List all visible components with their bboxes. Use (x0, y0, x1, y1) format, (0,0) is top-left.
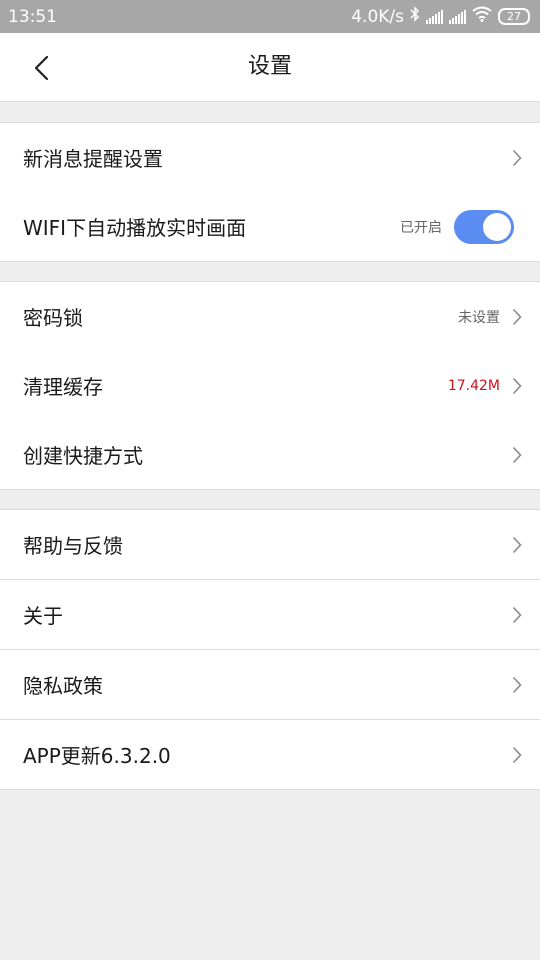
chevron-right-icon (512, 446, 522, 463)
settings-item-clear-cache[interactable]: 清理缓存 17.42M (0, 351, 540, 420)
status-indicators: 4.0K/s 27 (351, 6, 530, 27)
chevron-right-icon (512, 676, 522, 693)
settings-item-app-update[interactable]: APP更新6.3.2.0 (0, 720, 540, 789)
chevron-right-icon (512, 606, 522, 623)
signal-icon (426, 9, 443, 24)
page-title: 设置 (247, 54, 292, 79)
settings-item-privacy-policy[interactable]: 隐私政策 (0, 650, 540, 720)
settings-group-about: 帮助与反馈 关于 隐私政策 APP更新6.3.2.0 (0, 509, 540, 790)
chevron-right-icon (512, 149, 522, 166)
chevron-left-icon (34, 55, 49, 81)
settings-item-label: 隐私政策 (23, 674, 103, 698)
chevron-right-icon (512, 377, 522, 394)
settings-item-label: 新消息提醒设置 (23, 147, 163, 171)
status-time: 13:51 (8, 6, 57, 27)
settings-item-help-feedback[interactable]: 帮助与反馈 (0, 510, 540, 580)
settings-item-label: WIFI下自动播放实时画面 (23, 216, 247, 240)
settings-item-new-message-alert[interactable]: 新消息提醒设置 (0, 123, 540, 192)
app-header: 设置 (0, 33, 540, 102)
battery-icon: 27 (498, 8, 530, 25)
settings-item-about[interactable]: 关于 (0, 580, 540, 650)
status-bar: 13:51 4.0K/s 27 (0, 0, 540, 33)
network-speed: 4.0K/s (351, 6, 404, 27)
settings-item-value: 已开启 (400, 219, 442, 236)
settings-group-notifications: 新消息提醒设置 WIFI下自动播放实时画面 已开启 (0, 122, 540, 262)
wifi-autoplay-toggle[interactable] (454, 209, 514, 244)
chevron-right-icon (512, 746, 522, 763)
back-button[interactable] (24, 51, 58, 85)
settings-item-label: 创建快捷方式 (23, 444, 143, 468)
chevron-right-icon (512, 536, 522, 553)
settings-item-value: 未设置 (458, 309, 500, 326)
settings-item-label: APP更新6.3.2.0 (23, 744, 171, 768)
settings-group-security: 密码锁 未设置 清理缓存 17.42M 创建快捷方式 (0, 281, 540, 490)
settings-item-label: 密码锁 (23, 306, 83, 330)
signal-icon (449, 9, 466, 24)
cache-size-value: 17.42M (447, 377, 500, 394)
wifi-icon (472, 6, 492, 27)
chevron-right-icon (512, 308, 522, 325)
settings-item-password-lock[interactable]: 密码锁 未设置 (0, 282, 540, 351)
toggle-knob (483, 212, 511, 241)
settings-item-create-shortcut[interactable]: 创建快捷方式 (0, 420, 540, 489)
settings-item-wifi-autoplay: WIFI下自动播放实时画面 已开启 (0, 192, 540, 261)
settings-item-label: 清理缓存 (23, 375, 103, 399)
settings-item-label: 关于 (23, 604, 63, 628)
settings-item-label: 帮助与反馈 (23, 534, 123, 558)
bluetooth-icon (410, 6, 420, 27)
